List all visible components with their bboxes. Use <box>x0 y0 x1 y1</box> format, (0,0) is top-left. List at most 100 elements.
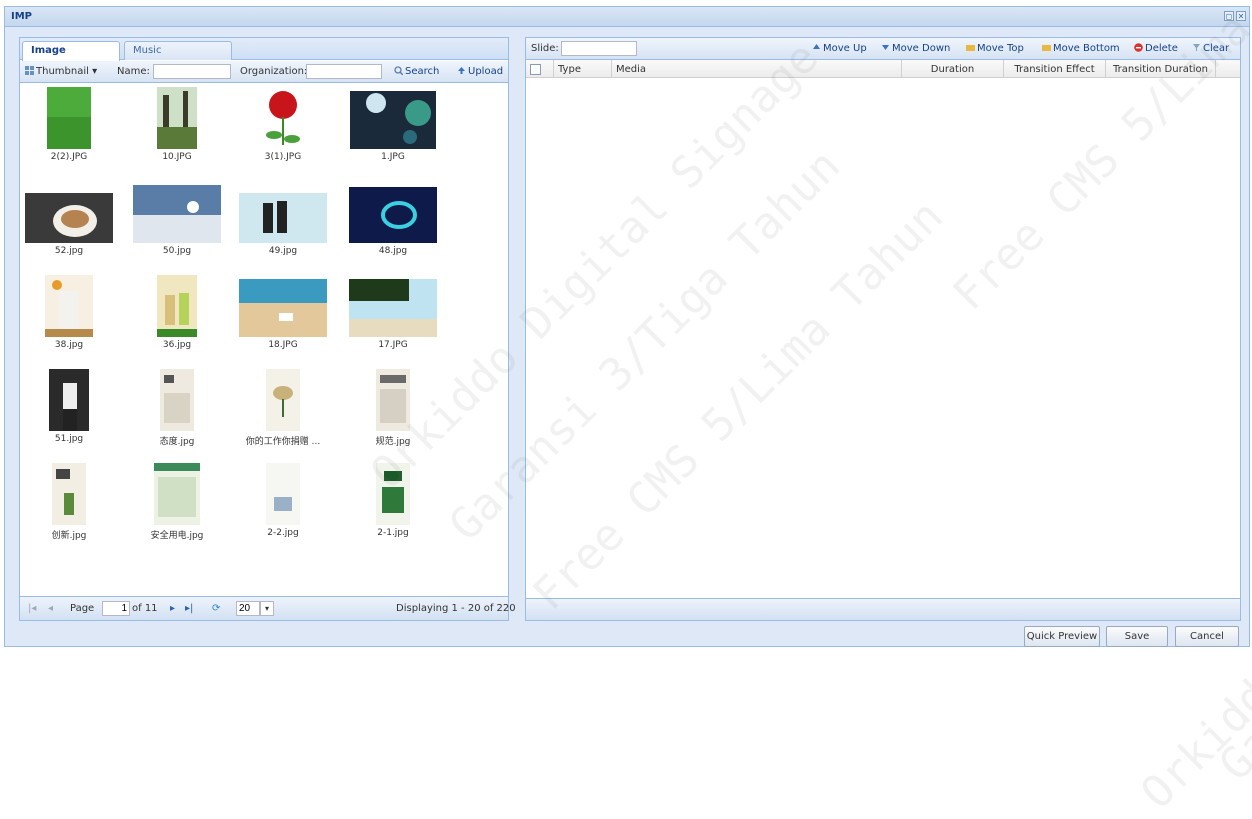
column-media[interactable]: Media <box>612 60 902 78</box>
slide-grid-header: Type Media Duration Transition Effect Tr… <box>526 60 1240 78</box>
library-toolbar: Thumbnail ▾ Name: Organization: Search U… <box>20 61 508 83</box>
thumbnail-image <box>376 463 410 525</box>
clear-button[interactable]: Clear <box>1192 43 1229 54</box>
column-type[interactable]: Type <box>554 60 612 78</box>
pagination-toolbar: |◂ ◂ Page of 11 ▸ ▸| ⟳ ▾ Displaying 1 - … <box>20 596 516 620</box>
column-transition-effect[interactable]: Transition Effect <box>1004 60 1106 78</box>
organization-label: Organization: <box>240 66 308 77</box>
tab-image[interactable]: Image <box>22 41 120 61</box>
page-size-chevron-icon[interactable]: ▾ <box>260 601 274 616</box>
page-number-input[interactable] <box>102 601 130 616</box>
page-count: of 11 <box>132 603 158 614</box>
quick-preview-button[interactable]: Quick Preview <box>1024 626 1100 647</box>
cancel-button[interactable]: Cancel <box>1175 626 1239 647</box>
thumbnail-caption: 态度.jpg <box>159 437 195 447</box>
search-button[interactable]: Search <box>394 66 439 77</box>
clear-icon <box>1192 43 1201 52</box>
thumbnail-image <box>45 275 93 337</box>
refresh-icon[interactable]: ⟳ <box>212 603 220 614</box>
thumbnail-caption: 创新.jpg <box>51 531 87 541</box>
prev-page-icon[interactable]: ◂ <box>48 603 53 614</box>
slide-panel-footer <box>526 598 1240 620</box>
thumbnail-item[interactable]: 2(2).JPG <box>20 87 124 162</box>
window-titlebar[interactable]: IMP ◻ ✕ <box>5 7 1249 27</box>
thumbnail-grid: 2(2).JPG 10.JPG 3(1).JPG 1.JPG 52.jpg 50.jpg 4… <box>20 83 508 595</box>
thumbnail-image <box>25 193 113 243</box>
move-top-button[interactable]: Move Top <box>966 43 1024 54</box>
name-input[interactable] <box>153 64 231 79</box>
thumbnail-caption: 2-2.jpg <box>267 528 299 538</box>
thumbnail-image <box>258 87 308 149</box>
thumbnail-caption: 规范.jpg <box>375 437 411 447</box>
tab-music[interactable]: Music <box>124 41 232 60</box>
thumbnail-item[interactable]: 2-2.jpg <box>228 463 338 538</box>
page-size-select[interactable] <box>236 601 260 616</box>
thumbnail-item[interactable]: 态度.jpg <box>122 369 232 447</box>
media-tabs: Image Music <box>20 38 508 61</box>
delete-label: Delete <box>1145 43 1178 54</box>
thumbnail-item[interactable]: 36.jpg <box>122 275 232 350</box>
thumbnail-image <box>154 463 200 525</box>
view-mode-label: Thumbnail <box>36 66 89 77</box>
select-all-checkbox[interactable] <box>526 60 554 78</box>
thumbnail-caption: 50.jpg <box>162 246 192 256</box>
thumbnail-item[interactable]: 50.jpg <box>122 185 232 256</box>
thumbnail-item[interactable]: 48.jpg <box>338 187 448 256</box>
move-top-label: Move Top <box>977 43 1024 54</box>
column-duration[interactable]: Duration <box>902 60 1004 78</box>
thumbnail-item[interactable]: 创新.jpg <box>20 463 124 541</box>
thumbnail-item[interactable]: 2-1.jpg <box>338 463 448 538</box>
delete-button[interactable]: Delete <box>1134 43 1178 54</box>
thumbnail-caption: 你的工作你捐赠 ... <box>245 437 321 447</box>
arrow-up-icon <box>812 43 821 52</box>
restore-icon[interactable]: ◻ <box>1224 11 1234 21</box>
thumbnail-image <box>157 87 197 149</box>
thumbnail-caption: 2(2).JPG <box>50 152 88 162</box>
last-page-icon[interactable]: ▸| <box>185 603 193 614</box>
thumbnail-item[interactable]: 18.JPG <box>228 279 338 350</box>
save-button[interactable]: Save <box>1106 626 1168 647</box>
thumbnail-caption: 36.jpg <box>162 340 192 350</box>
thumbnail-item[interactable]: 你的工作你捐赠 ... <box>228 369 338 447</box>
tab-image-label: Image <box>31 45 66 56</box>
thumbnail-item[interactable]: 10.JPG <box>122 87 232 162</box>
thumbnail-image <box>239 279 327 337</box>
move-down-button[interactable]: Move Down <box>881 43 950 54</box>
first-page-icon[interactable]: |◂ <box>28 603 36 614</box>
thumbnail-caption: 48.jpg <box>378 246 408 256</box>
thumbnail-caption: 安全用电.jpg <box>150 531 204 541</box>
next-page-icon[interactable]: ▸ <box>170 603 175 614</box>
thumbnail-item[interactable]: 17.JPG <box>338 279 448 350</box>
thumbnail-caption: 1.JPG <box>381 152 405 162</box>
thumbnail-item[interactable]: 安全用电.jpg <box>122 463 232 541</box>
thumbnail-item[interactable]: 49.jpg <box>228 193 338 256</box>
slide-label: Slide: <box>531 43 559 54</box>
thumbnail-item[interactable]: 51.jpg <box>20 369 124 444</box>
slide-toolbar: Slide: Move Up Move Down Move Top Move B… <box>526 38 1240 60</box>
thumbnail-caption: 49.jpg <box>268 246 298 256</box>
column-transition-duration[interactable]: Transition Duration <box>1106 60 1216 78</box>
move-bottom-button[interactable]: Move Bottom <box>1042 43 1120 54</box>
slide-input[interactable] <box>561 41 637 56</box>
thumbnail-item[interactable]: 52.jpg <box>20 193 124 256</box>
view-mode-dropdown[interactable]: Thumbnail ▾ <box>25 66 97 77</box>
thumbnail-item[interactable]: 规范.jpg <box>338 369 448 447</box>
name-label: Name: <box>117 66 150 77</box>
thumbnail-image <box>239 193 327 243</box>
display-info: Displaying 1 - 20 of 220 <box>396 603 516 614</box>
thumbnail-item[interactable]: 38.jpg <box>20 275 124 350</box>
thumbnail-item[interactable]: 1.JPG <box>338 91 448 162</box>
slide-panel: Slide: Move Up Move Down Move Top Move B… <box>525 37 1241 621</box>
organization-input[interactable] <box>306 64 382 79</box>
search-icon <box>394 66 404 76</box>
thumbnail-item[interactable]: 3(1).JPG <box>228 87 338 162</box>
page-label: Page <box>70 603 95 614</box>
chevron-down-icon: ▾ <box>92 66 98 77</box>
move-down-label: Move Down <box>892 43 951 54</box>
thumbnail-caption: 3(1).JPG <box>264 152 302 162</box>
thumbnail-image <box>160 369 194 431</box>
upload-button[interactable]: Upload <box>457 66 503 77</box>
move-up-button[interactable]: Move Up <box>812 43 867 54</box>
close-icon[interactable]: ✕ <box>1236 11 1246 21</box>
thumbnail-image <box>349 279 437 337</box>
